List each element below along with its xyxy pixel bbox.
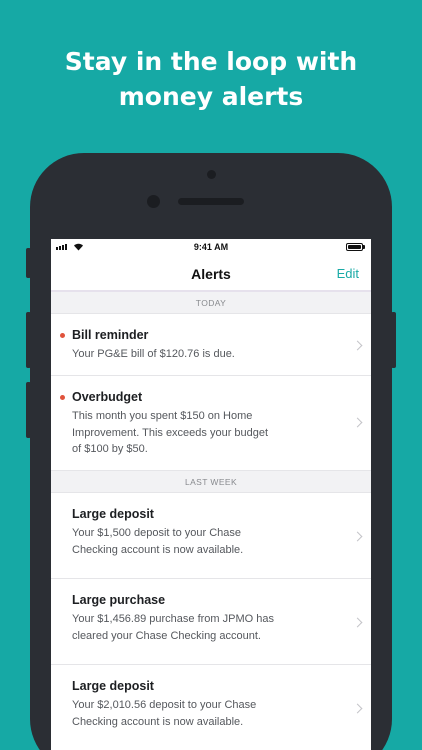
chevron-right-icon (352, 617, 363, 628)
alert-description-line: Checking account is now available. (72, 543, 244, 556)
alert-description-line: of $100 by $50. (72, 443, 148, 455)
alert-description: This month you spent $150 on Home Improv… (72, 408, 331, 458)
alert-title: Large deposit (72, 679, 154, 693)
edit-button[interactable]: Edit (337, 266, 359, 281)
unread-dot-icon (60, 395, 65, 400)
alert-description: Your $2,010.56 deposit to your Chase Che… (72, 697, 331, 730)
chevron-right-icon (352, 417, 363, 428)
alert-description-line: Checking account is now available. (72, 715, 244, 728)
front-sensor (147, 195, 160, 208)
alert-item[interactable]: Bill reminder Your PG&E bill of $120.76 … (51, 314, 371, 376)
alert-title: Large deposit (72, 507, 154, 521)
battery-icon (346, 243, 363, 251)
alert-description-line: Your $1,456.89 purchase from JPMO has (72, 613, 274, 625)
alert-description-line: Your $2,010.56 deposit to your Chase (72, 699, 257, 711)
section-header-today: TODAY (51, 292, 371, 314)
headline: Stay in the loop with money alerts (0, 44, 422, 114)
chevron-right-icon (352, 340, 363, 351)
earpiece-speaker (178, 198, 244, 205)
phone-screen: 9:41 AM Alerts Edit TODAY Bill reminder … (51, 239, 371, 750)
alert-description: Your $1,500 deposit to your Chase Checki… (72, 525, 331, 558)
alert-item[interactable]: Large purchase Your $1,456.89 purchase f… (51, 579, 371, 665)
alert-item[interactable]: Overbudget This month you spent $150 on … (51, 376, 371, 471)
alert-title: Overbudget (72, 390, 143, 404)
chevron-right-icon (352, 531, 363, 542)
alert-title: Large purchase (72, 593, 166, 607)
alert-description-line: Your $1,500 deposit to your Chase (72, 527, 241, 539)
nav-bar: Alerts Edit (51, 256, 371, 292)
alert-description-line: Improvement. This exceeds your budget (72, 426, 269, 439)
alert-description-line: This month you spent $150 on Home (72, 410, 253, 422)
alert-title: Bill reminder (72, 328, 149, 342)
alert-item[interactable]: Large deposit Your $2,010.56 deposit to … (51, 665, 371, 750)
page-title: Alerts (191, 266, 231, 282)
alert-item[interactable]: Large deposit Your $1,500 deposit to you… (51, 493, 371, 579)
headline-line-2: money alerts (118, 82, 304, 111)
alert-description: Your $1,456.89 purchase from JPMO has cl… (72, 611, 331, 644)
camera-icon (207, 170, 216, 179)
headline-line-1: Stay in the loop with (64, 47, 358, 76)
alert-description-line: cleared your Chase Checking account. (72, 629, 261, 642)
chevron-right-icon (352, 703, 363, 714)
unread-dot-icon (60, 333, 65, 338)
alert-description-line: Your PG&E bill of $120.76 is due. (72, 348, 235, 360)
status-time: 9:41 AM (193, 242, 229, 252)
status-bar: 9:41 AM (51, 239, 371, 256)
alert-description: Your PG&E bill of $120.76 is due. (72, 346, 331, 363)
section-header-last-week: LAST WEEK (51, 471, 371, 493)
